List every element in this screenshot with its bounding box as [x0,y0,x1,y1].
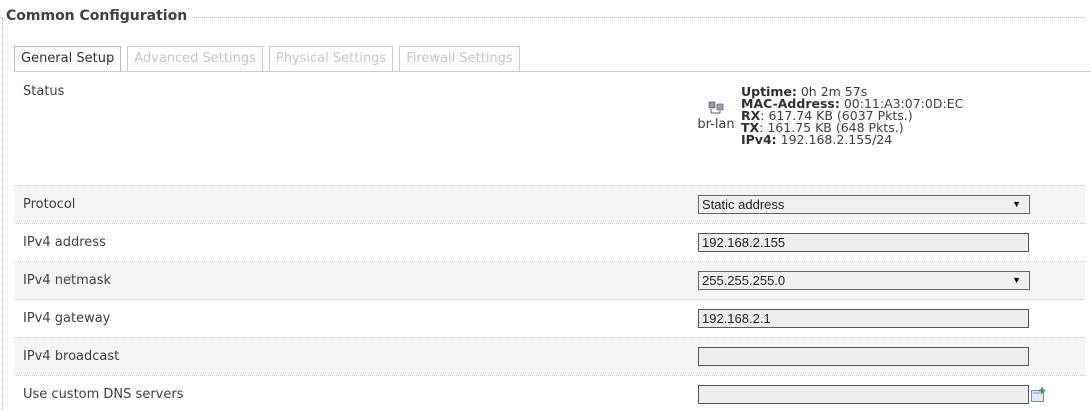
ipv4-netmask-label: IPv4 netmask [23,273,112,288]
tab-advanced-settings[interactable]: Advanced Settings [127,46,263,71]
tab-firewall-settings[interactable]: Firewall Settings [399,46,520,71]
ipv4-netmask-select[interactable]: 255.255.255.0 ▼ [698,271,1030,290]
interface-badge: br-lan [697,101,735,132]
settings-rows: Status br-lan Uptime: 0h 2m 57s MAC-Addr… [14,72,1085,410]
ipv4-gateway-row: IPv4 gateway 192.168.2.1 [14,300,1085,338]
chevron-down-icon: ▼ [1012,275,1021,285]
custom-dns-input[interactable] [698,385,1029,404]
tab-bar: General Setup Advanced Settings Physical… [14,45,526,71]
status-label: Status [23,84,65,99]
ipv4-netmask-row: IPv4 netmask 255.255.255.0 ▼ [14,262,1085,300]
ipv4-broadcast-input[interactable] [698,347,1029,366]
add-entry-icon[interactable] [1030,387,1046,403]
network-interface-config: Common Configuration General Setup Advan… [0,0,1091,410]
fieldset-border-left [2,18,3,410]
fieldset-legend: Common Configuration [0,8,1085,24]
ipv4-key: IPv4: [741,132,777,147]
custom-dns-row: Use custom DNS servers [14,376,1085,410]
fieldset-title: Common Configuration [3,8,193,24]
ipv4-broadcast-row: IPv4 broadcast [14,338,1085,376]
tab-physical-settings[interactable]: Physical Settings [268,46,394,71]
protocol-selected-value: Static address [702,197,785,212]
ipv4-address-input[interactable]: 192.168.2.155 [698,233,1029,252]
chevron-down-icon: ▼ [1012,199,1021,209]
custom-dns-label: Use custom DNS servers [23,387,184,402]
ipv4-address-row: IPv4 address 192.168.2.155 [14,224,1085,262]
ipv4-address-label: IPv4 address [23,235,106,250]
status-row: Status br-lan Uptime: 0h 2m 57s MAC-Addr… [14,72,1085,186]
protocol-row: Protocol Static address ▼ [14,186,1085,224]
ipv4-broadcast-label: IPv4 broadcast [23,349,120,364]
ipv4-value: 192.168.2.155/24 [780,132,893,147]
protocol-label: Protocol [23,197,76,212]
ipv4-gateway-input[interactable]: 192.168.2.1 [698,309,1029,328]
ipv4-gateway-label: IPv4 gateway [23,311,111,326]
protocol-select[interactable]: Static address ▼ [698,195,1030,214]
interface-name: br-lan [697,116,735,132]
ipv4-netmask-selected-value: 255.255.255.0 [702,273,786,288]
interface-status: br-lan Uptime: 0h 2m 57s MAC-Address: 00… [697,84,964,147]
tab-general-setup[interactable]: General Setup [14,46,122,71]
interface-stats: Uptime: 0h 2m 57s MAC-Address: 00:11:A3:… [741,84,964,147]
network-bridge-icon [708,101,724,113]
